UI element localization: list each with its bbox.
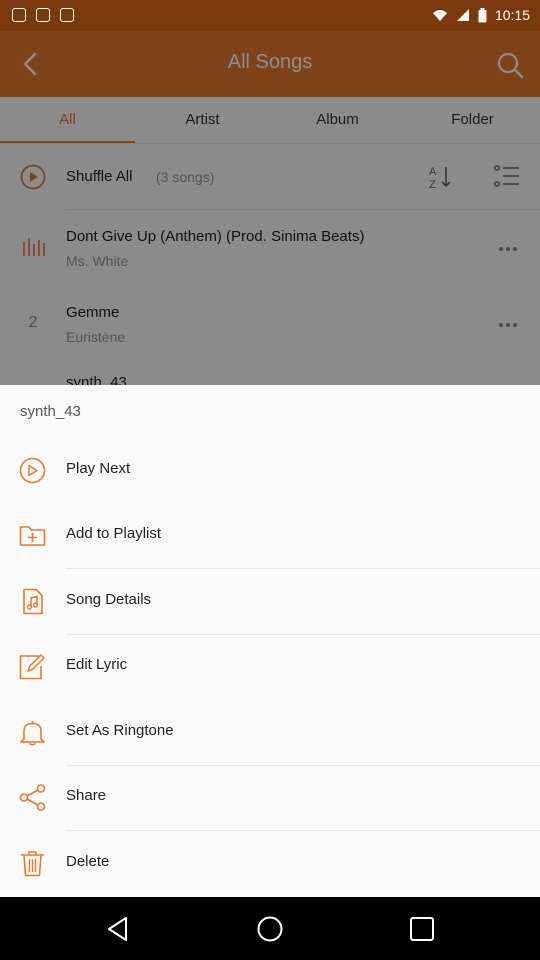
add-playlist-icon <box>19 526 46 546</box>
notification-icons <box>12 8 74 22</box>
play-next-option[interactable]: Play Next <box>0 438 540 503</box>
wifi-icon <box>432 10 447 21</box>
clock: 10:15 <box>494 7 530 23</box>
recents-nav-icon[interactable] <box>408 915 436 943</box>
delete-option[interactable]: Delete <box>0 831 540 896</box>
home-nav-icon[interactable] <box>256 915 284 943</box>
back-nav-icon[interactable] <box>104 915 132 943</box>
share-icon <box>19 784 46 811</box>
notification-icon <box>36 8 50 22</box>
edit-lyric-option[interactable]: Edit Lyric <box>0 634 540 699</box>
share-option[interactable]: Share <box>0 765 540 830</box>
bell-icon <box>20 721 45 746</box>
song-details-icon <box>23 588 43 615</box>
song-options-sheet: synth_43 Play Next Add to Playlist Song … <box>0 385 540 897</box>
menu-item-label: Song Details <box>66 591 152 608</box>
song-details-option[interactable]: Song Details <box>0 569 540 634</box>
battery-icon <box>478 7 487 22</box>
status-bar: 10:15 <box>0 0 540 31</box>
notification-icon <box>60 8 74 22</box>
menu-item-label: Play Next <box>66 460 131 477</box>
sheet-title: synth_43 <box>20 403 81 420</box>
signal-icon <box>456 9 469 21</box>
menu-item-label: Share <box>66 787 107 804</box>
scrim[interactable] <box>0 31 540 385</box>
notification-icon <box>12 8 26 22</box>
set-as-ringtone-option[interactable]: Set As Ringtone <box>0 700 540 765</box>
add-to-playlist-option[interactable]: Add to Playlist <box>0 503 540 568</box>
edit-lyric-icon <box>19 654 45 680</box>
system-icons: 10:15 <box>432 7 530 23</box>
menu-item-label: Set As Ringtone <box>66 722 174 739</box>
trash-icon <box>21 851 44 877</box>
menu-item-label: Add to Playlist <box>66 525 162 542</box>
play-next-icon <box>19 457 46 484</box>
menu-item-label: Edit Lyric <box>66 656 128 673</box>
menu-item-label: Delete <box>66 853 110 870</box>
system-nav-bar <box>0 897 540 960</box>
